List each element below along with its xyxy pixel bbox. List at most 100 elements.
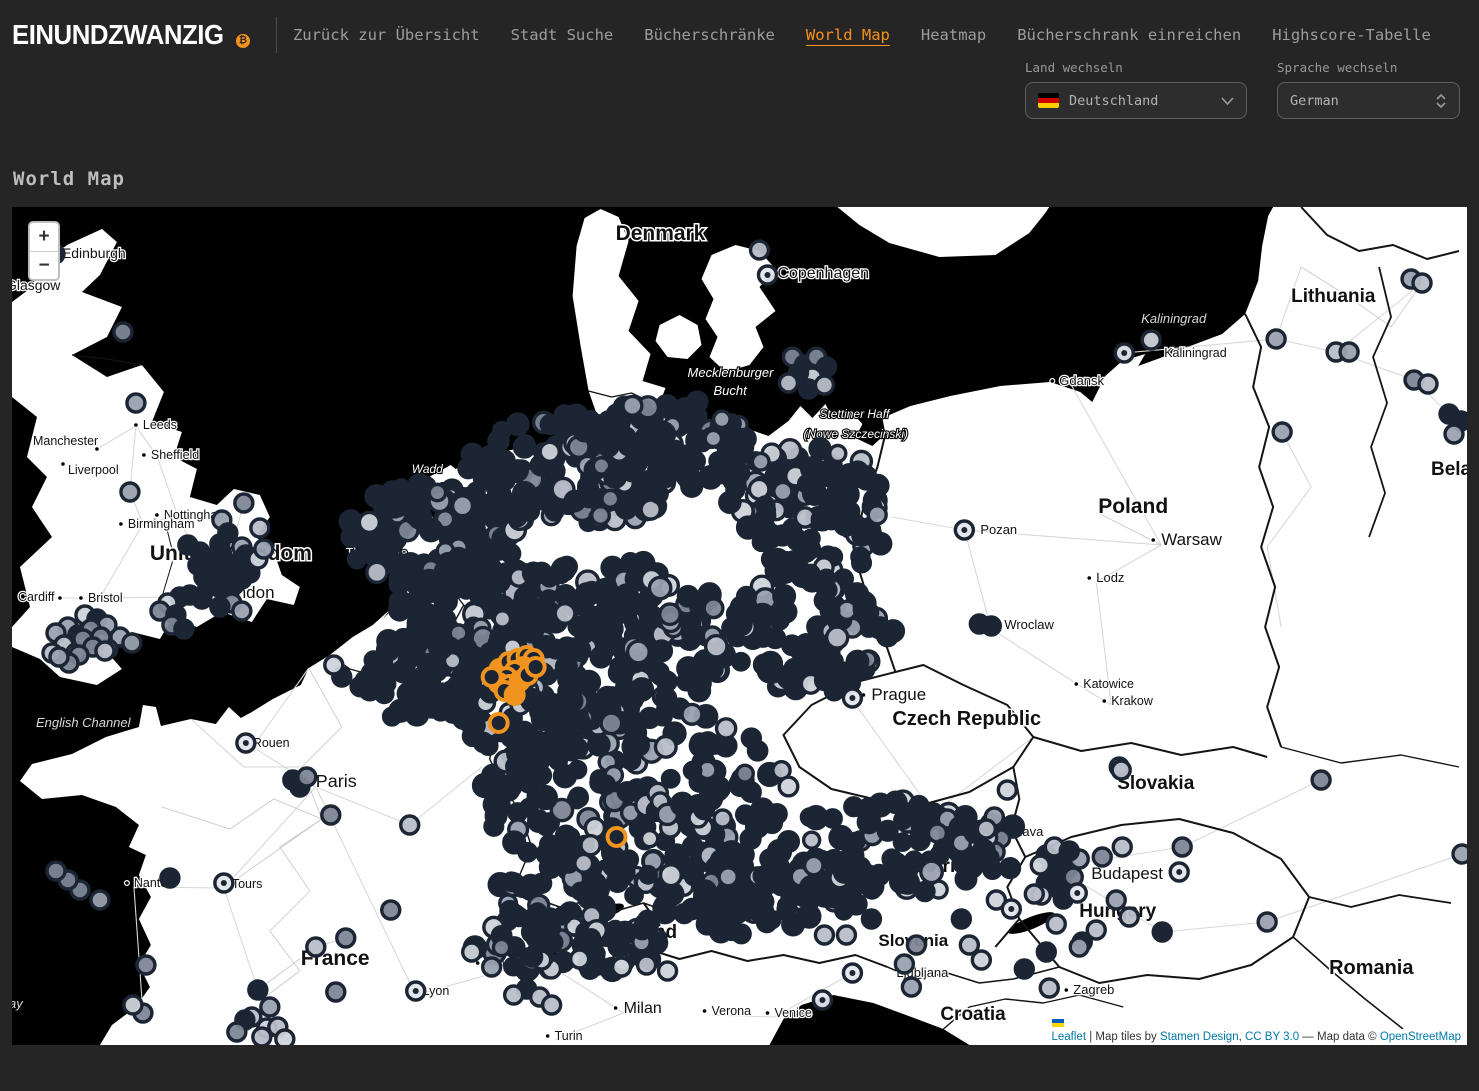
map-marker[interactable] (1142, 331, 1160, 349)
map-marker[interactable] (367, 562, 387, 582)
map-marker[interactable] (779, 374, 797, 392)
map-marker[interactable] (474, 468, 495, 489)
map-marker[interactable] (390, 600, 410, 620)
map-marker[interactable] (660, 604, 680, 624)
map-marker[interactable] (815, 926, 833, 944)
map-marker[interactable] (540, 442, 559, 461)
osm-link[interactable]: OpenStreetMap (1380, 1031, 1461, 1043)
map-marker[interactable] (821, 602, 839, 620)
map-marker[interactable] (233, 602, 251, 620)
map-marker[interactable] (589, 956, 607, 974)
map-marker[interactable] (581, 613, 598, 630)
map-marker[interactable] (816, 671, 834, 689)
map-marker[interactable] (494, 611, 510, 627)
map-marker[interactable] (623, 593, 644, 614)
map-marker[interactable] (599, 579, 615, 595)
country-select[interactable]: Deutschland (1025, 82, 1247, 119)
map-marker[interactable] (704, 599, 723, 618)
map-marker[interactable] (488, 774, 509, 795)
nav-item-b-cherschrank-einreichen[interactable]: Bücherschrank einreichen (1017, 26, 1241, 44)
map-marker[interactable] (547, 640, 565, 658)
map-marker[interactable] (1419, 375, 1437, 393)
map-marker[interactable] (91, 891, 109, 909)
map-marker[interactable] (1093, 848, 1111, 866)
nav-item-stadt-suche[interactable]: Stadt Suche (511, 26, 614, 44)
map-marker[interactable] (804, 832, 820, 848)
map-marker[interactable] (732, 610, 749, 627)
map-marker[interactable] (561, 690, 582, 711)
map-marker[interactable] (420, 519, 441, 540)
map-marker[interactable] (659, 962, 677, 980)
map-marker[interactable] (540, 857, 560, 877)
map-marker[interactable] (96, 642, 114, 660)
map-marker[interactable] (127, 394, 145, 412)
map-marker[interactable] (1040, 979, 1058, 997)
map-marker[interactable] (494, 423, 510, 439)
nav-item-world-map[interactable]: World Map (806, 26, 890, 44)
map-marker[interactable] (1153, 923, 1171, 941)
map-marker[interactable] (868, 506, 886, 524)
map-marker[interactable] (429, 484, 445, 500)
map-marker[interactable] (1015, 960, 1033, 978)
map-marker[interactable] (493, 939, 509, 955)
map-marker[interactable] (1070, 938, 1088, 956)
map-marker[interactable] (810, 439, 830, 459)
map-marker[interactable] (1025, 885, 1043, 903)
map-marker[interactable] (630, 736, 648, 754)
map-marker[interactable] (583, 930, 599, 946)
map-marker[interactable] (508, 461, 527, 480)
map-marker[interactable] (1340, 343, 1358, 361)
map-marker[interactable] (421, 660, 442, 681)
map-marker[interactable] (973, 841, 994, 862)
map-marker[interactable] (952, 910, 970, 928)
map-marker[interactable] (520, 875, 540, 895)
map-marker[interactable] (719, 868, 737, 886)
map-marker[interactable] (261, 998, 279, 1016)
map-marker[interactable] (660, 865, 681, 886)
map-marker[interactable] (592, 507, 610, 525)
map-marker[interactable] (748, 742, 766, 760)
map-marker[interactable] (1258, 913, 1276, 931)
cc-license-link[interactable]: CC BY 3.0 (1245, 1031, 1299, 1043)
map-marker[interactable] (705, 430, 721, 446)
map-marker[interactable] (733, 654, 749, 670)
map-marker[interactable] (474, 733, 492, 751)
map-marker[interactable] (862, 910, 880, 928)
map-marker-orange[interactable] (527, 658, 545, 676)
map-marker[interactable] (1087, 921, 1105, 939)
zoom-out-button[interactable]: − (30, 251, 58, 279)
map-marker[interactable] (750, 241, 768, 259)
map-marker[interactable] (578, 671, 599, 692)
map-marker[interactable] (628, 641, 650, 663)
map-marker[interactable] (691, 734, 708, 751)
map-marker[interactable] (484, 794, 504, 814)
map-marker[interactable] (161, 869, 179, 887)
map-marker-orange[interactable] (506, 686, 524, 704)
map-marker[interactable] (409, 475, 429, 495)
map-marker[interactable] (589, 735, 609, 755)
map-marker[interactable] (557, 657, 577, 677)
map-marker[interactable] (1312, 771, 1330, 789)
map-marker[interactable] (1453, 845, 1467, 863)
map-marker[interactable] (1413, 274, 1431, 292)
map-marker[interactable] (251, 519, 269, 537)
map-marker[interactable] (717, 719, 736, 738)
map-marker[interactable] (655, 896, 675, 916)
map-marker[interactable] (1047, 915, 1065, 933)
map-marker[interactable] (124, 996, 142, 1014)
map-marker[interactable] (399, 651, 417, 669)
map-marker[interactable] (422, 572, 443, 593)
map-marker[interactable] (902, 978, 920, 996)
map-marker[interactable] (47, 862, 65, 880)
map-marker[interactable] (708, 892, 727, 911)
map-marker[interactable] (438, 556, 455, 573)
map-marker[interactable] (764, 871, 780, 887)
map-marker[interactable] (570, 762, 586, 778)
map-marker[interactable] (483, 958, 501, 976)
map-marker[interactable] (544, 934, 561, 951)
map-marker[interactable] (956, 869, 976, 889)
map-marker[interactable] (502, 494, 518, 510)
map-marker[interactable] (778, 669, 797, 688)
map-marker[interactable] (406, 703, 428, 725)
map-marker[interactable] (401, 816, 419, 834)
